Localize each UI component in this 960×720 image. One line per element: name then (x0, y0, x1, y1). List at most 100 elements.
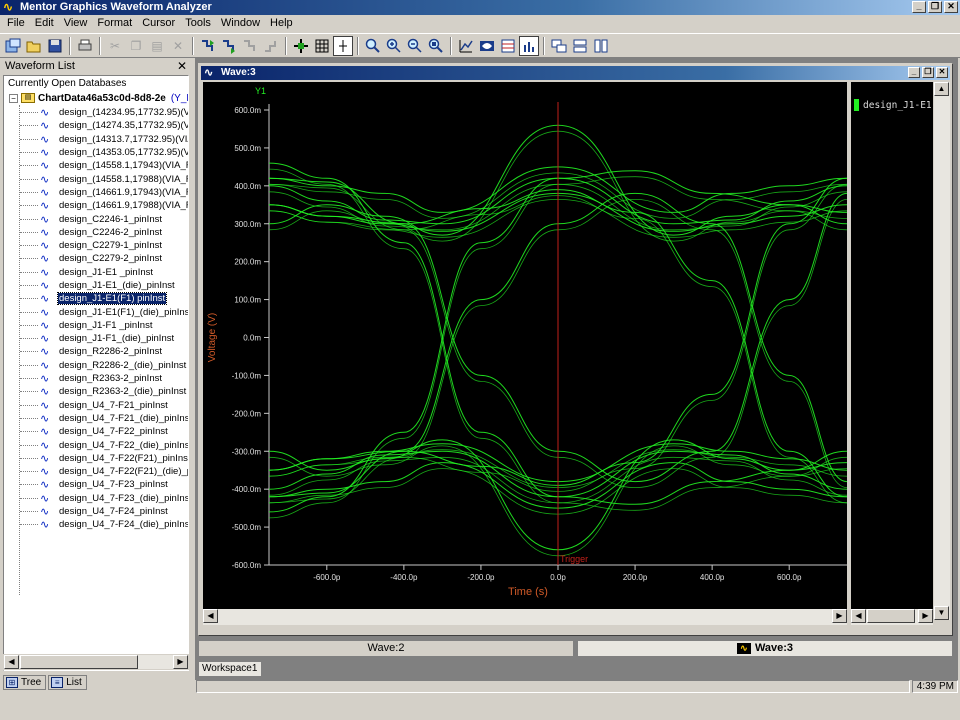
panel-close-icon[interactable]: ✕ (177, 58, 187, 74)
plot-horizontal-scrollbar[interactable]: ◀ ▶ (203, 609, 847, 625)
minimize-button[interactable]: _ (912, 1, 926, 13)
wave-restore-button[interactable]: ❐ (922, 67, 934, 78)
waveform-list-item[interactable]: ∿ design_(14558.1,17943)(VIA_R (20, 159, 188, 172)
wave-minimize-button[interactable]: _ (908, 67, 920, 78)
print-icon[interactable] (75, 36, 95, 56)
open-icon[interactable] (24, 36, 44, 56)
waveform-list-item[interactable]: ∿ design_(14558.1,17988)(VIA_R (20, 172, 188, 186)
waveform-list-item[interactable]: ∿ design_U4_7-F23_(die)_pinInst (20, 492, 188, 505)
wave-close-button[interactable]: ✕ (936, 67, 948, 78)
waveform-list-item[interactable]: ∿ design_J1-E1 _pinInst (20, 266, 188, 279)
tree-horizontal-scrollbar[interactable]: ◀ ▶ (3, 654, 189, 670)
plot-vertical-scrollbar[interactable]: ▲ ▼ (934, 82, 950, 620)
waveform-list-item[interactable]: ∿ design_(14661.9,17988)(VIA_R (20, 199, 188, 212)
waveform-list-item[interactable]: ∿ design_R2286-2_pinInst (20, 345, 188, 358)
waveform-list-item[interactable]: ∿ design_U4_7-F24_pinInst (20, 505, 188, 518)
waveform-list-item[interactable]: ∿ design_U4_7-F22(F21)_pinInst (20, 452, 188, 465)
waveform-list-item[interactable]: ∿ design_J1-E1(F1) pinInst (20, 292, 188, 306)
waveform-list-item[interactable]: ∿ design_U4_7-F23_pinInst (20, 478, 188, 491)
menu-tools[interactable]: Tools (180, 15, 216, 32)
zoom-area-icon[interactable] (405, 36, 425, 56)
tab-wave-2[interactable]: Wave:2 (198, 640, 574, 657)
overlay-icon[interactable] (261, 36, 281, 56)
waveform-tree[interactable]: Currently Open Databases − ▤ ChartData46… (3, 75, 189, 671)
tab-workspace[interactable]: Workspace1 (198, 661, 262, 677)
menu-file[interactable]: File (2, 15, 30, 32)
menu-help[interactable]: Help (265, 15, 298, 32)
remove-row-icon[interactable] (240, 36, 260, 56)
waveform-list-item[interactable]: ∿ design_U4_7-F24_(die)_pinInst (20, 518, 188, 531)
waveform-list-item[interactable]: ∿ design_C2246-2_pinInst (20, 226, 188, 239)
waveform-list-item[interactable]: ∿ design_U4_7-F21_(die)_pinInst (20, 412, 188, 425)
menu-format[interactable]: Format (92, 15, 137, 32)
waveform-list-item[interactable]: ∿ design_R2286-2_(die)_pinInst (20, 359, 188, 372)
restore-button[interactable]: ❐ (928, 1, 942, 13)
tree-connector (20, 364, 38, 366)
paste-icon[interactable]: ▤ (147, 36, 167, 56)
delete-icon[interactable]: ✕ (168, 36, 188, 56)
tile-icon[interactable] (549, 36, 569, 56)
measure-icon[interactable] (456, 36, 476, 56)
waveform-list-item[interactable]: ∿ design_J1-E1(F1)_(die)_pinInst (20, 305, 188, 319)
waveform-list-item[interactable]: ∿ design_C2279-1_pinInst (20, 239, 188, 252)
split-icon[interactable] (591, 36, 611, 56)
eye-diagram-plot[interactable]: 600.0m 500.0m 400.0m 300.0m 200.0m 100.0m 0.0m… (203, 82, 848, 609)
waveform-list-item[interactable]: ∿ design_R2363-2_pinInst (20, 372, 188, 385)
legend-horizontal-scrollbar[interactable]: ◀ ▶ (851, 609, 933, 625)
waveform-icon: ∿ (40, 293, 50, 306)
new-db-icon[interactable] (3, 36, 23, 56)
scroll-left-arrow-icon[interactable]: ◀ (203, 609, 218, 623)
waveform-list-item[interactable]: ∿ design_U4_7-F22_pinInst (20, 425, 188, 438)
waveform-list-item[interactable]: ∿ design_J1-F1 _pinInst (20, 319, 188, 332)
bar-icon[interactable] (519, 35, 539, 56)
eye-icon[interactable] (477, 36, 497, 56)
waveform-list-item[interactable]: ∿ design_(14274.35,17732.95)(VI (20, 119, 188, 132)
waveform-list-item[interactable]: ∿ design_U4_7-F22(F21)_(die)_pi (20, 465, 188, 478)
menu-window[interactable]: Window (216, 15, 265, 32)
waveform-list-item[interactable]: ∿ design_C2279-2_pinInst (20, 252, 188, 265)
table-icon[interactable] (498, 36, 518, 56)
tab-wave-3[interactable]: ∿ Wave:3 (577, 640, 953, 657)
waveform-list-item[interactable]: ∿ design_U4_7-F21_pinInst (20, 399, 188, 412)
add-waveform-icon[interactable] (198, 36, 218, 56)
save-icon[interactable] (45, 36, 65, 56)
close-button[interactable]: ✕ (944, 1, 958, 13)
menu-view[interactable]: View (59, 15, 93, 32)
waveform-list-item[interactable]: ∿ design_U4_7-F22_(die)_pinInst (20, 438, 188, 452)
database-node[interactable]: − ▤ ChartData46a53c0d-8d8-2e (Y_H (9, 92, 188, 104)
menu-edit[interactable]: Edit (30, 15, 59, 32)
scrollbar-thumb[interactable] (867, 609, 915, 623)
waveform-list-item[interactable]: ∿ design_R2363-2_(die)_pinInst (20, 385, 188, 398)
waveform-list-item[interactable]: ∿ design_(14661.9,17943)(VIA_R (20, 186, 188, 199)
scroll-left-arrow-icon[interactable]: ◀ (851, 609, 866, 623)
tree-connector (20, 178, 38, 180)
menu-cursor[interactable]: Cursor (137, 15, 180, 32)
add-row-icon[interactable] (219, 36, 239, 56)
scroll-up-arrow-icon[interactable]: ▲ (934, 82, 949, 96)
waveform-list-item[interactable]: ∿ design_(14313.7,17732.95)(VIA (20, 133, 188, 146)
zoom-out-icon[interactable] (384, 36, 404, 56)
scroll-left-arrow-icon[interactable]: ◀ (4, 655, 19, 669)
scroll-right-arrow-icon[interactable]: ▶ (173, 655, 188, 669)
eye-diagram-chart: 600.0m 500.0m 400.0m 300.0m 200.0m 100.0m 0.0m… (207, 86, 848, 598)
collapse-icon[interactable]: − (9, 93, 18, 103)
waveform-icon: ∿ (40, 213, 50, 226)
grid-icon[interactable] (312, 36, 332, 56)
zoom-in-icon[interactable] (363, 36, 383, 56)
scroll-down-arrow-icon[interactable]: ▼ (934, 606, 949, 620)
waveform-list-item[interactable]: ∿ design_J1-F1_(die)_pinInst (20, 332, 188, 345)
copy-icon[interactable]: ❐ (126, 36, 146, 56)
cut-icon[interactable]: ✂ (105, 36, 125, 56)
waveform-list-item[interactable]: ∿ design_C2246-1_pinInst (20, 212, 188, 226)
stack-icon[interactable] (570, 36, 590, 56)
toolbar-separator (450, 36, 452, 55)
scrollbar-thumb[interactable] (20, 655, 138, 669)
scroll-right-arrow-icon[interactable]: ▶ (832, 609, 847, 623)
waveform-list-item[interactable]: ∿ design_J1-E1_(die)_pinInst (20, 279, 188, 292)
waveform-list-item[interactable]: ∿ design_(14353.05,17732.95)(VI (20, 146, 188, 159)
zoom-fit-icon[interactable] (426, 36, 446, 56)
move-icon[interactable] (291, 36, 311, 56)
waveform-list-item[interactable]: ∿ design_(14234.95,17732.95)(VI (20, 106, 188, 119)
scroll-right-arrow-icon[interactable]: ▶ (918, 609, 933, 623)
cursor-icon[interactable] (333, 35, 353, 56)
